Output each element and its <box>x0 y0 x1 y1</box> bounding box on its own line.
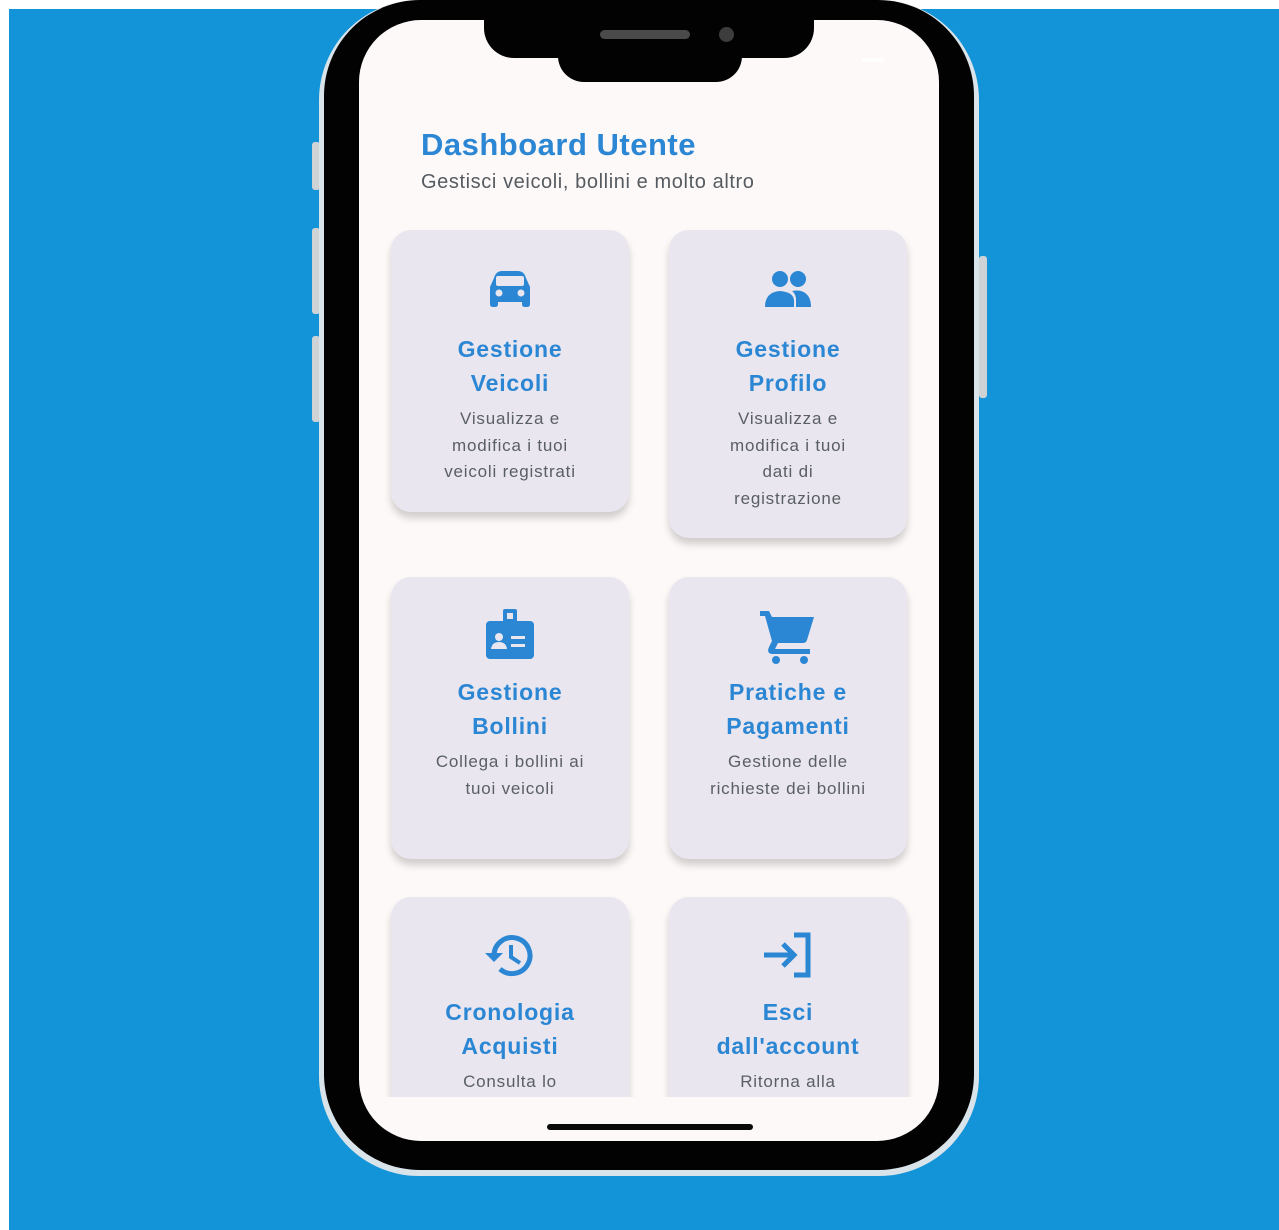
card-description: Visualizza e modifica i tuoi veicoli reg… <box>444 409 576 481</box>
card-description: Visualizza e modifica i tuoi dati di reg… <box>730 409 846 508</box>
card-gestione-bollini[interactable]: Gestione Bollini Collega i bollini ai tu… <box>391 577 629 859</box>
people-icon <box>765 271 811 307</box>
card-description: Ritorna alla <box>740 1072 836 1091</box>
dashboard-grid: Gestione Veicoli Visualizza e modifica i… <box>359 0 939 1097</box>
cart-icon <box>760 611 814 664</box>
card-gestione-veicoli[interactable]: Gestione Veicoli Visualizza e modifica i… <box>391 230 629 512</box>
card-title: Pratiche e Pagamenti <box>726 679 850 739</box>
home-indicator[interactable] <box>547 1124 753 1130</box>
card-title: Gestione Profilo <box>735 336 841 396</box>
card-title: Gestione Bollini <box>457 679 563 739</box>
card-description: Consulta lo <box>463 1072 557 1091</box>
card-cronologia-acquisti[interactable]: Cronologia Acquisti Consulta lo <box>391 897 629 1097</box>
history-icon <box>485 935 533 977</box>
card-description: Collega i bollini ai tuoi veicoli <box>435 752 585 798</box>
badge-icon <box>486 609 534 659</box>
card-title: Cronologia Acquisti <box>445 999 575 1059</box>
card-description: Gestione delle richieste dei bollini <box>710 752 866 798</box>
car-icon <box>490 271 530 307</box>
logout-icon <box>764 932 811 978</box>
power-button <box>979 256 987 398</box>
card-pratiche-pagamenti[interactable]: Pratiche e Pagamenti Gestione delle rich… <box>669 577 907 859</box>
card-esci-account[interactable]: Esci dall'account Ritorna alla <box>669 897 907 1097</box>
card-gestione-profilo[interactable]: Gestione Profilo Visualizza e modifica i… <box>669 230 907 538</box>
card-title: Esci dall'account <box>716 999 860 1059</box>
card-title: Gestione Veicoli <box>457 336 563 396</box>
